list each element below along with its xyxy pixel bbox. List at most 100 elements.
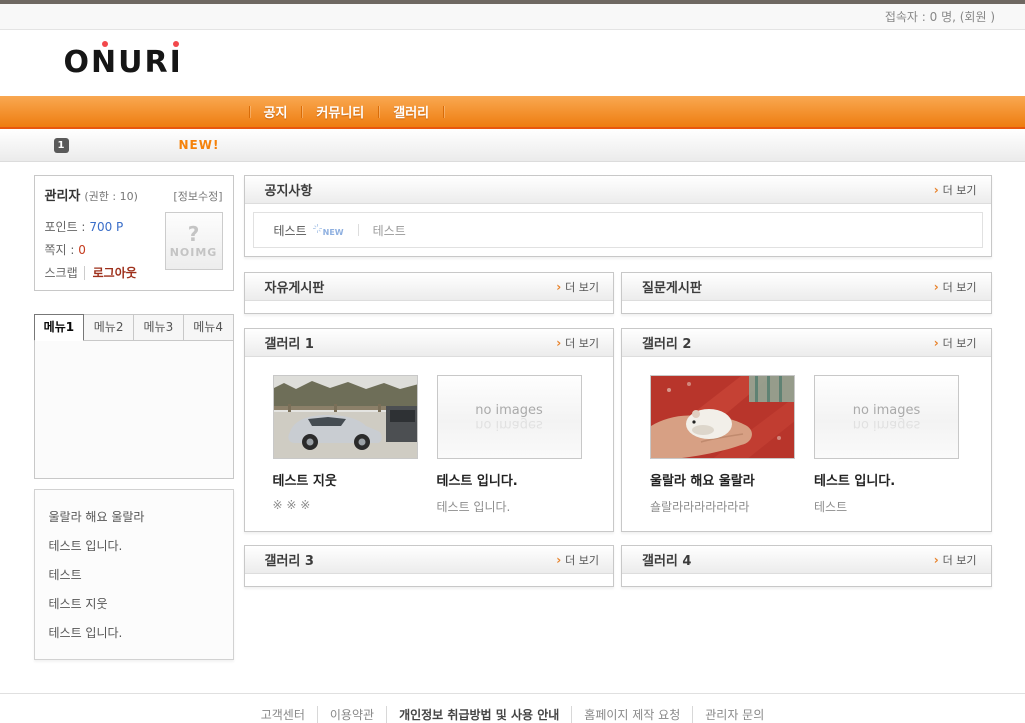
- gallery-item: no images no images 테스트 입니다. 테스트: [814, 375, 959, 515]
- car-photo-image: [274, 376, 418, 459]
- more-label: 더 보기: [565, 335, 599, 351]
- footer-link-contact-admin[interactable]: 관리자 문의: [693, 706, 776, 723]
- footer-link-site-request[interactable]: 홈페이지 제작 요청: [572, 706, 693, 723]
- notice-box: 공지사항 › 더 보기 테스트 NEW 테스트: [244, 175, 992, 257]
- point-value: 700 P: [89, 220, 123, 234]
- gallery-item-caption[interactable]: 테스트 입니다.: [437, 470, 582, 489]
- gallery-item-rating: ※ ※ ※: [273, 498, 418, 512]
- sidebar: 관리자 (권한 : 10) [정보수정] 포인트 : 700 P 쪽지 : 0 …: [34, 175, 234, 660]
- gallery-item: 테스트 지웃 ※ ※ ※: [273, 375, 418, 515]
- gallery2-box: 갤러리 2 › 더 보기: [621, 328, 992, 532]
- more-arrow-icon: ›: [556, 553, 561, 567]
- qna-board-more-link[interactable]: › 더 보기: [934, 279, 977, 295]
- gallery2-more-link[interactable]: › 더 보기: [934, 335, 977, 351]
- gallery-item-caption[interactable]: 테스트 지웃: [273, 470, 418, 489]
- gallery1-thumbnail-car-photo[interactable]: [273, 375, 418, 459]
- notice-title: 공지사항: [265, 180, 313, 199]
- logo-letter: N: [91, 46, 118, 80]
- tab-menu2[interactable]: 메뉴2: [84, 314, 134, 341]
- memo-label: 쪽지 :: [45, 243, 75, 257]
- nav-item-notice[interactable]: 공지: [250, 102, 302, 121]
- new-post-badge: NEW: [313, 224, 344, 237]
- tab-menu3[interactable]: 메뉴3: [134, 314, 184, 341]
- footer-link-privacy[interactable]: 개인정보 취급방법 및 사용 안내: [387, 706, 572, 723]
- more-label: 더 보기: [943, 335, 977, 351]
- qna-board-box: 질문게시판 › 더 보기: [621, 272, 992, 314]
- more-label: 더 보기: [565, 279, 599, 295]
- gallery-item-subtext: 테스트 입니다.: [437, 498, 582, 515]
- scrap-link[interactable]: 스크랩: [45, 266, 78, 280]
- gallery2-no-image-placeholder: no images no images: [814, 375, 959, 459]
- admin-grade: (권한 : 10): [84, 188, 138, 204]
- site-logo[interactable]: O N U R I: [64, 46, 183, 80]
- sidebar-menu-tabs: 메뉴1 메뉴2 메뉴3 메뉴4: [34, 314, 234, 341]
- new-badge-label: NEW: [323, 228, 344, 237]
- gallery1-more-link[interactable]: › 더 보기: [556, 335, 599, 351]
- footer-link-terms[interactable]: 이용약관: [318, 706, 387, 723]
- no-images-label: no images: [853, 403, 921, 418]
- list-item[interactable]: 울랄라 해요 울랄라: [49, 502, 219, 531]
- more-label: 더 보기: [943, 182, 977, 198]
- nav-separator: [443, 106, 444, 118]
- no-images-label: no images: [475, 403, 543, 418]
- gallery-item-subtext: 테스트: [814, 498, 959, 515]
- edit-profile-link[interactable]: [정보수정]: [173, 188, 222, 204]
- list-item[interactable]: 테스트: [49, 560, 219, 589]
- footer-link-customer-center[interactable]: 고객센터: [249, 706, 318, 723]
- more-arrow-icon: ›: [934, 183, 939, 197]
- tab-menu1[interactable]: 메뉴1: [34, 314, 85, 341]
- list-divider: [358, 224, 359, 236]
- gallery4-more-link[interactable]: › 더 보기: [934, 552, 977, 568]
- more-label: 더 보기: [943, 279, 977, 295]
- gallery4-box: 갤러리 4 › 더 보기: [621, 545, 992, 587]
- page-number-badge[interactable]: 1: [54, 138, 69, 153]
- top-status-bar: 접속자 : 0 명, (회원 ): [0, 4, 1025, 30]
- point-label: 포인트 :: [45, 220, 86, 234]
- memo-count: 0: [78, 243, 86, 257]
- nav-item-community[interactable]: 커뮤니티: [302, 102, 378, 121]
- new-sparkle-icon: [313, 224, 322, 233]
- qna-board-title: 질문게시판: [642, 277, 702, 296]
- main-column: 공지사항 › 더 보기 테스트 NEW 테스트: [244, 175, 992, 660]
- profile-noimage-placeholder: ? NOIMG: [165, 212, 223, 270]
- logo-letter: R: [145, 46, 170, 80]
- gallery-item: no images no images 테스트 입니다. 테스트 입니다.: [437, 375, 582, 515]
- more-arrow-icon: ›: [556, 280, 561, 294]
- gallery-item-caption[interactable]: 울랄라 해요 울랄라: [650, 470, 795, 489]
- gallery-item-caption[interactable]: 테스트 입니다.: [814, 470, 959, 489]
- gallery3-more-link[interactable]: › 더 보기: [556, 552, 599, 568]
- question-mark-icon: ?: [188, 224, 200, 244]
- logout-link[interactable]: 로그아웃: [84, 266, 137, 280]
- tab-menu4[interactable]: 메뉴4: [184, 314, 234, 341]
- free-board-more-link[interactable]: › 더 보기: [556, 279, 599, 295]
- notice-post-link[interactable]: 테스트: [274, 222, 307, 239]
- noimg-label: NOIMG: [170, 246, 218, 259]
- site-footer: 고객센터 이용약관 개인정보 취급방법 및 사용 안내 홈페이지 제작 요청 관…: [0, 693, 1025, 723]
- gallery1-no-image-placeholder: no images no images: [437, 375, 582, 459]
- logo-letter: U: [118, 46, 144, 80]
- free-board-title: 자유게시판: [265, 277, 325, 296]
- gallery2-title: 갤러리 2: [642, 333, 691, 352]
- notice-post-link[interactable]: 테스트: [373, 222, 406, 239]
- admin-name: 관리자: [45, 185, 81, 204]
- notice-list: 테스트 NEW 테스트: [253, 212, 983, 248]
- gallery1-box: 갤러리 1 › 더 보기: [244, 328, 615, 532]
- more-label: 더 보기: [943, 552, 977, 568]
- main-nav: 공지 커뮤니티 갤러리: [0, 96, 1025, 129]
- more-arrow-icon: ›: [934, 336, 939, 350]
- gallery-item: 울랄라 해요 울랄라 숄랄라라라라라라라: [650, 375, 795, 515]
- list-item[interactable]: 테스트 입니다.: [49, 531, 219, 560]
- new-flag-label: NEW!: [179, 138, 220, 152]
- more-arrow-icon: ›: [556, 336, 561, 350]
- more-arrow-icon: ›: [934, 553, 939, 567]
- no-images-reflection: no images: [853, 417, 921, 432]
- site-header: O N U R I: [0, 30, 1025, 96]
- logo-letter: O: [64, 46, 92, 80]
- content-wrapper: 관리자 (권한 : 10) [정보수정] 포인트 : 700 P 쪽지 : 0 …: [34, 162, 992, 660]
- gallery2-thumbnail-hamster-photo[interactable]: [650, 375, 795, 459]
- gallery3-box: 갤러리 3 › 더 보기: [244, 545, 615, 587]
- list-item[interactable]: 테스트 지웃: [49, 589, 219, 618]
- nav-item-gallery[interactable]: 갤러리: [379, 102, 443, 121]
- notice-more-link[interactable]: › 더 보기: [934, 182, 977, 198]
- list-item[interactable]: 테스트 입니다.: [49, 618, 219, 647]
